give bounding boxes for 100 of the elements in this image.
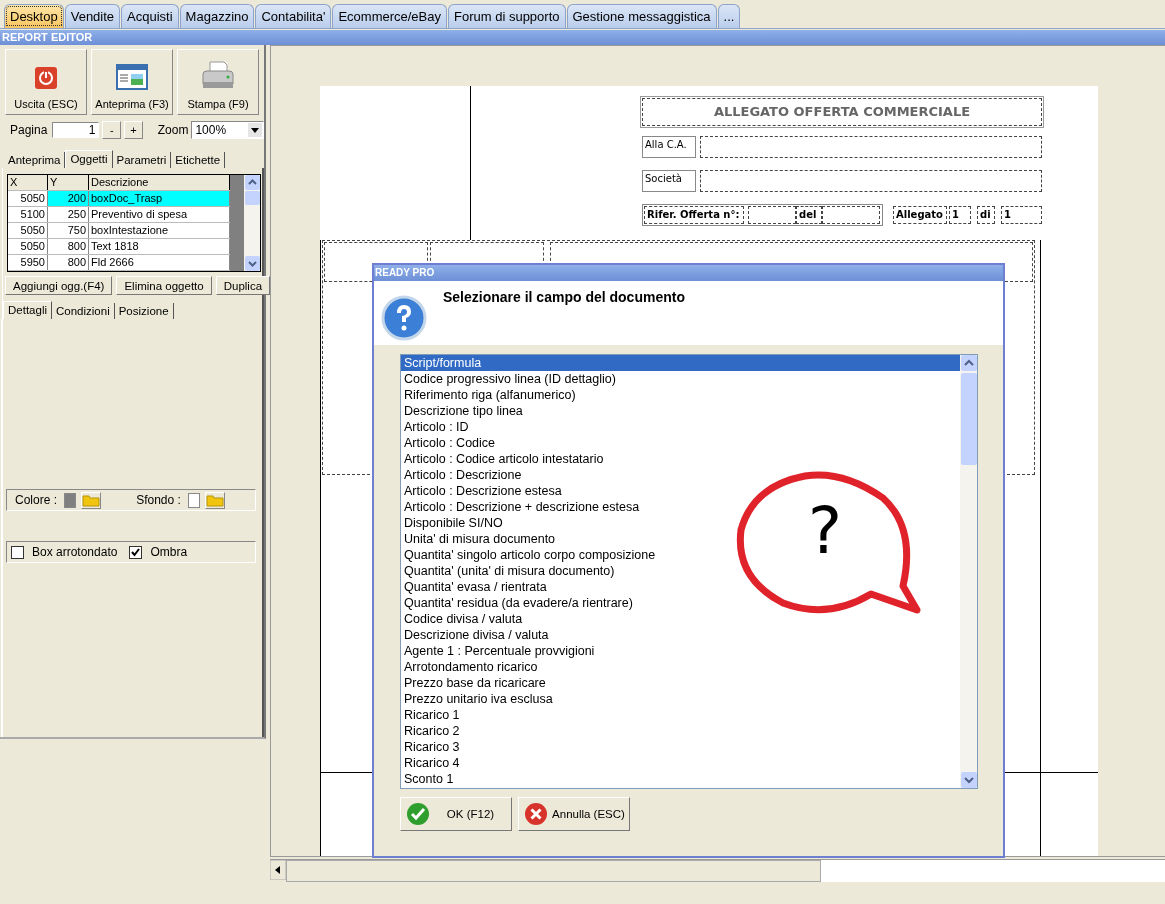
list-item[interactable]: Prezzo unitario iva esclusa: [401, 691, 960, 707]
module-tab[interactable]: Contabilita': [255, 4, 332, 28]
module-tab[interactable]: Acquisti: [121, 4, 179, 28]
table-cell: 5100: [8, 207, 48, 222]
zoom-dropdown[interactable]: 100%: [191, 121, 264, 139]
list-item[interactable]: Sconto 1: [401, 771, 960, 787]
field-value: 1: [949, 206, 971, 224]
color-swatch[interactable]: [64, 492, 77, 508]
scrollbar[interactable]: [960, 355, 977, 788]
module-tab[interactable]: ...: [717, 4, 741, 28]
table-cell: 200: [48, 191, 89, 206]
previous-page-button[interactable]: -: [102, 121, 122, 139]
table-cell: 750: [48, 223, 89, 238]
module-tab[interactable]: Ecommerce/eBay: [332, 4, 447, 28]
list-item[interactable]: Articolo : ID: [401, 419, 960, 435]
object-button[interactable]: Elimina oggetto: [116, 276, 212, 295]
dialog-title: READY PRO: [374, 265, 1003, 281]
check-icon: [406, 802, 430, 826]
question-icon: [381, 295, 427, 341]
list-item[interactable]: Descrizione tipo linea: [401, 403, 960, 419]
list-item[interactable]: Articolo : Descrizione: [401, 467, 960, 483]
field-label: del: [796, 206, 822, 224]
cancel-icon: [524, 802, 548, 826]
scroll-left-icon: [270, 860, 286, 882]
scroll-down-icon: [244, 256, 260, 271]
list-item[interactable]: Ricarico 4: [401, 755, 960, 771]
object-button[interactable]: Aggiungi ogg.(F4): [5, 276, 113, 295]
list-item[interactable]: Ricarico 1: [401, 707, 960, 723]
checkbox-label: Box arrotondato: [32, 545, 118, 559]
toolbar-button[interactable]: Anteprima (F3): [91, 49, 173, 115]
list-item[interactable]: Articolo : Codice articolo intestatario: [401, 451, 960, 467]
table-cell: boxDoc_Trasp: [89, 191, 230, 206]
list-item[interactable]: Codice progressivo linea (ID dettaglio): [401, 371, 960, 387]
module-tab[interactable]: Gestione messaggistica: [566, 4, 717, 28]
list-item[interactable]: Prezzo base da ricaricare: [401, 675, 960, 691]
zoom-label: Zoom: [157, 123, 189, 137]
toolbar-button[interactable]: Stampa (F9): [177, 49, 259, 115]
next-page-button[interactable]: +: [124, 121, 143, 139]
cancel-button[interactable]: Annulla (ESC): [518, 797, 630, 831]
panel-tab[interactable]: Oggetti: [65, 150, 113, 168]
list-item[interactable]: Articolo : Codice: [401, 435, 960, 451]
table-cell: 800: [48, 239, 89, 254]
checkbox[interactable]: [11, 545, 24, 559]
checkbox-label: Ombra: [150, 545, 188, 559]
list-item[interactable]: Descrizione divisa / valuta: [401, 627, 960, 643]
color-swatch[interactable]: [187, 492, 200, 508]
module-tab[interactable]: Vendite: [64, 4, 121, 28]
column-header[interactable]: Descrizione: [89, 175, 230, 190]
list-item[interactable]: Codice divisa / valuta: [401, 611, 960, 627]
page-label: Pagina: [10, 123, 48, 137]
module-tab[interactable]: Desktop: [4, 4, 64, 28]
list-item[interactable]: Agente 1 : Percentuale provvigioni: [401, 643, 960, 659]
list-item[interactable]: Quantita' evasa / rientrata: [401, 579, 960, 595]
field-label: Società: [642, 170, 696, 192]
scroll-thumb[interactable]: [244, 191, 260, 205]
report-title: ALLEGATO OFFERTA COMMERCIALE: [642, 98, 1042, 126]
list-item[interactable]: Quantita' residua (da evadere/a rientrare): [401, 595, 960, 611]
scroll-down-icon: [960, 772, 977, 788]
panel-tab[interactable]: Condizioni: [52, 303, 115, 319]
field-label: Rifer. Offerta n°:: [644, 206, 744, 224]
folder-icon: [82, 493, 101, 507]
panel-tab[interactable]: Dettagli: [3, 301, 52, 319]
scrollbar[interactable]: [244, 175, 260, 271]
horizontal-scrollbar[interactable]: [270, 859, 1165, 882]
color-label: Colore :: [15, 493, 58, 507]
field-label: Allegato: [893, 206, 947, 224]
panel-tab[interactable]: Parametri: [112, 152, 172, 168]
panel-tab[interactable]: Etichette: [171, 152, 226, 168]
dialog-message: Selezionare il campo del documento: [443, 289, 685, 305]
column-header[interactable]: X: [8, 175, 48, 190]
table-cell: 5950: [8, 255, 48, 270]
module-tab[interactable]: Magazzino: [179, 4, 255, 28]
printer-icon: [201, 60, 235, 90]
table-cell: 5050: [8, 223, 48, 238]
list-item[interactable]: Ricarico 3: [401, 739, 960, 755]
color-picker-button[interactable]: [205, 491, 225, 509]
module-tab[interactable]: Forum di supporto: [448, 4, 566, 28]
scroll-thumb[interactable]: [960, 373, 977, 465]
list-item[interactable]: Arrotondamento ricarico: [401, 659, 960, 675]
panel-tab[interactable]: Posizione: [114, 303, 174, 319]
folder-icon: [206, 493, 224, 507]
ok-button[interactable]: OK (F12): [400, 797, 512, 831]
list-item[interactable]: Ricarico 2: [401, 723, 960, 739]
scroll-up-icon: [960, 355, 977, 371]
color-picker-button[interactable]: [81, 491, 102, 509]
window-icon: [116, 64, 148, 90]
toolbar-button[interactable]: Uscita (ESC): [5, 49, 87, 115]
color-label: Sfondo :: [136, 493, 181, 507]
checkbox[interactable]: [129, 545, 143, 559]
field-value: 1: [1001, 206, 1042, 224]
list-item[interactable]: Script/formula: [401, 355, 960, 371]
page-field[interactable]: 1: [52, 122, 100, 138]
dropdown-icon: [248, 123, 262, 137]
field-label: Alla C.A.: [642, 136, 696, 158]
table-cell: 800: [48, 255, 89, 270]
list-item[interactable]: Riferimento riga (alfanumerico): [401, 387, 960, 403]
object-button[interactable]: Duplica: [215, 276, 271, 295]
scroll-up-icon: [244, 175, 260, 190]
column-header[interactable]: Y: [48, 175, 89, 190]
power-icon: [34, 66, 58, 90]
